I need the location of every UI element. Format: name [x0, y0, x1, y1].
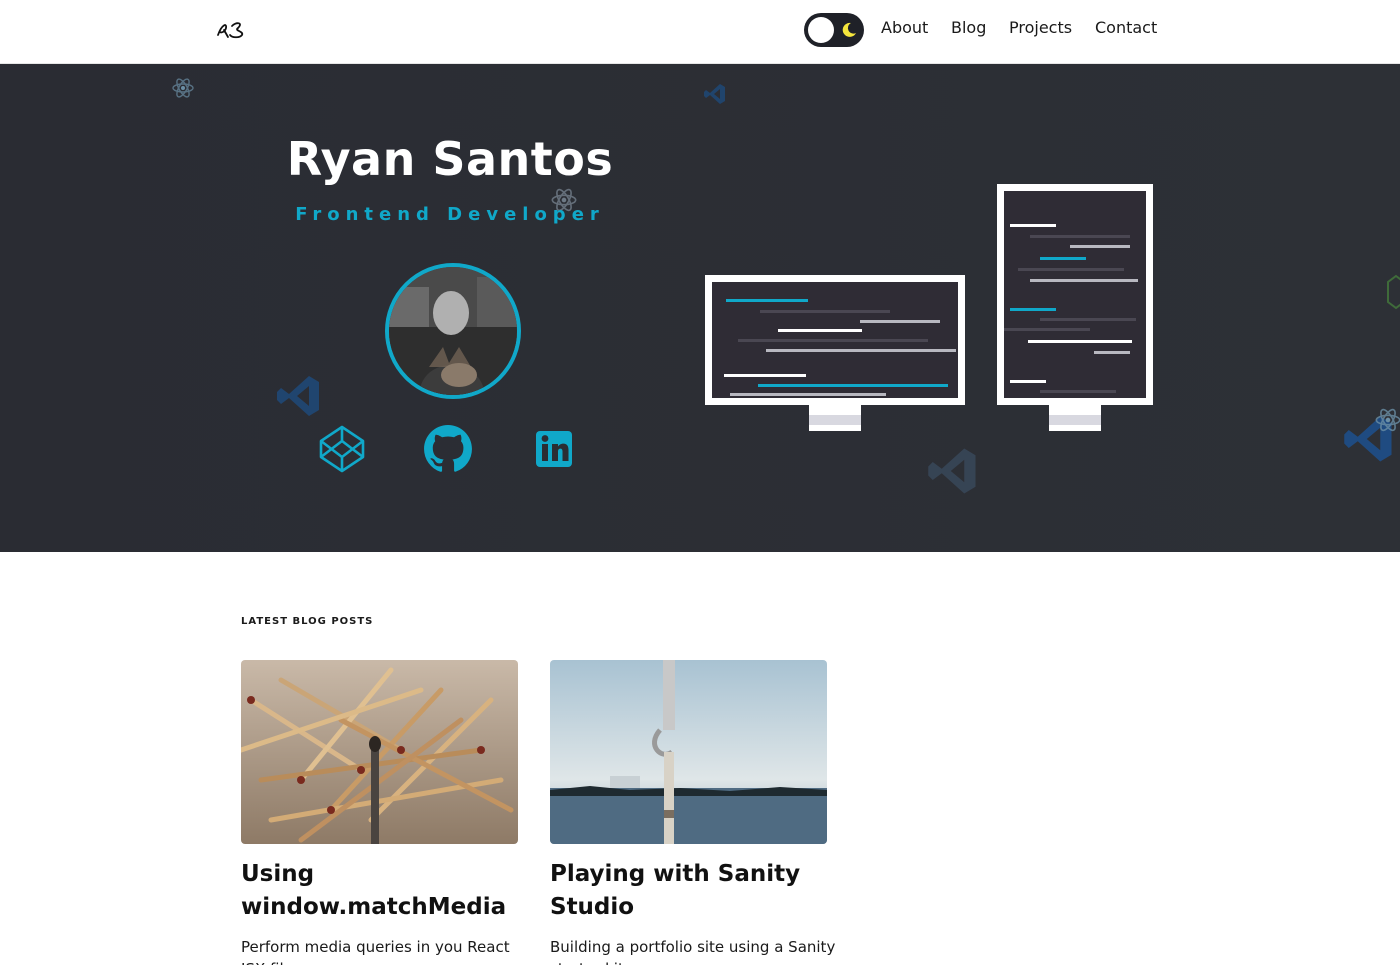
linkedin-icon[interactable] [529, 424, 579, 474]
top-navbar: About Blog Projects Contact [0, 0, 1400, 64]
nav-link-projects[interactable]: Projects [1009, 18, 1072, 37]
vscode-icon [704, 84, 725, 104]
theme-toggle[interactable] [804, 13, 864, 47]
github-icon[interactable] [423, 424, 473, 474]
monitors-illustration [705, 184, 1153, 431]
react-icon [1375, 408, 1400, 432]
hero-name: Ryan Santos [286, 132, 614, 186]
post-excerpt: Building a portfolio site using a Sanity… [550, 938, 836, 965]
avatar-photo [389, 267, 517, 395]
moon-icon [842, 22, 856, 37]
blog-card[interactable]: Using window.matchMedia Perform media qu… [241, 660, 518, 965]
post-title[interactable]: Playing with Sanity Studio [550, 858, 850, 924]
codepen-icon[interactable] [317, 424, 367, 474]
toggle-knob [808, 17, 834, 43]
blog-card[interactable]: Playing with Sanity Studio Building a po… [550, 660, 835, 965]
matches-photo [241, 660, 518, 844]
react-icon [172, 78, 194, 98]
post-thumbnail[interactable] [241, 660, 518, 844]
nav-link-contact[interactable]: Contact [1095, 18, 1157, 37]
avatar [385, 263, 521, 399]
site-logo[interactable] [216, 18, 250, 42]
post-excerpt: Perform media queries in you React JSX f… [241, 938, 510, 965]
hero-section: Ryan Santos Frontend Developer [0, 64, 1400, 552]
section-label: LATEST BLOG POSTS [241, 616, 374, 627]
hook-photo [550, 660, 827, 844]
nodejs-icon [1387, 274, 1400, 310]
hero-role: Frontend Developer [295, 204, 605, 225]
nav-link-blog[interactable]: Blog [951, 18, 986, 37]
post-thumbnail[interactable] [550, 660, 827, 844]
vscode-icon [277, 376, 319, 416]
post-title[interactable]: Using window.matchMedia [241, 858, 541, 924]
nav-link-about[interactable]: About [881, 18, 928, 37]
vscode-icon [928, 448, 976, 494]
